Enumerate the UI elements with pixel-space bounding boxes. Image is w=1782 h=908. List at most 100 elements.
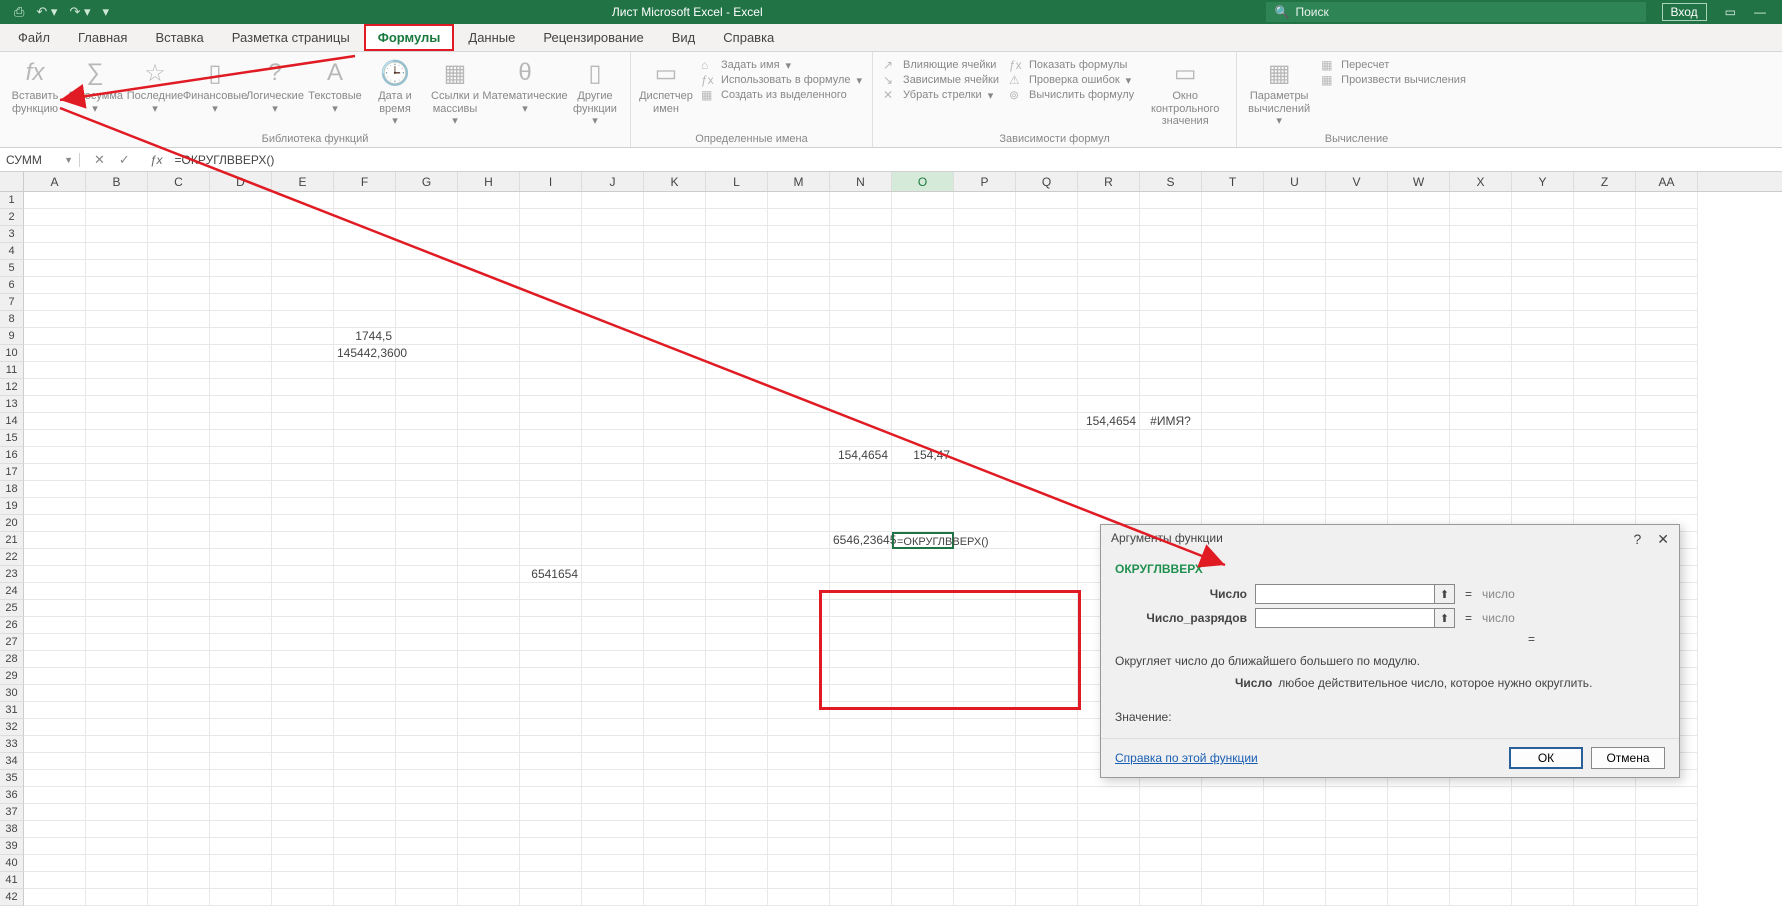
cell[interactable] bbox=[1512, 804, 1574, 821]
cell[interactable] bbox=[1636, 345, 1698, 362]
cell[interactable] bbox=[1450, 226, 1512, 243]
cell[interactable] bbox=[706, 447, 768, 464]
cell[interactable] bbox=[1388, 396, 1450, 413]
cell[interactable] bbox=[1202, 260, 1264, 277]
cell[interactable] bbox=[954, 889, 1016, 906]
cell[interactable] bbox=[1140, 379, 1202, 396]
cell[interactable] bbox=[582, 447, 644, 464]
cell[interactable] bbox=[1202, 243, 1264, 260]
cell[interactable] bbox=[892, 566, 954, 583]
cell[interactable] bbox=[1326, 464, 1388, 481]
cell[interactable] bbox=[210, 311, 272, 328]
cell[interactable] bbox=[210, 379, 272, 396]
cell[interactable] bbox=[210, 753, 272, 770]
cell[interactable] bbox=[1636, 447, 1698, 464]
col-header-H[interactable]: H bbox=[458, 172, 520, 191]
cell[interactable] bbox=[1078, 277, 1140, 294]
cell[interactable] bbox=[1140, 430, 1202, 447]
cell[interactable] bbox=[768, 702, 830, 719]
cell[interactable] bbox=[644, 413, 706, 430]
cell[interactable] bbox=[334, 447, 396, 464]
cell[interactable] bbox=[1202, 481, 1264, 498]
cell[interactable] bbox=[396, 515, 458, 532]
cell[interactable] bbox=[582, 651, 644, 668]
cell[interactable] bbox=[830, 770, 892, 787]
cell[interactable] bbox=[1264, 260, 1326, 277]
row-header[interactable]: 34 bbox=[0, 753, 24, 770]
cell[interactable] bbox=[582, 838, 644, 855]
cell[interactable] bbox=[1388, 277, 1450, 294]
cell[interactable] bbox=[458, 294, 520, 311]
cell[interactable] bbox=[1016, 872, 1078, 889]
cell[interactable] bbox=[1636, 498, 1698, 515]
cell[interactable] bbox=[458, 447, 520, 464]
cell[interactable] bbox=[1574, 294, 1636, 311]
param1-input[interactable] bbox=[1255, 584, 1435, 604]
cell[interactable] bbox=[1016, 481, 1078, 498]
cell[interactable] bbox=[86, 583, 148, 600]
col-header-A[interactable]: A bbox=[24, 172, 86, 191]
cell[interactable]: #ИМЯ? bbox=[1140, 413, 1202, 430]
ok-button[interactable]: ОК bbox=[1509, 747, 1583, 769]
cell[interactable] bbox=[706, 464, 768, 481]
cell[interactable] bbox=[706, 515, 768, 532]
cell[interactable] bbox=[24, 566, 86, 583]
cancel-formula-icon[interactable]: ✕ bbox=[94, 152, 105, 168]
cell[interactable] bbox=[644, 583, 706, 600]
cell[interactable] bbox=[1574, 498, 1636, 515]
cell[interactable] bbox=[892, 362, 954, 379]
cell[interactable] bbox=[830, 294, 892, 311]
cell[interactable] bbox=[892, 770, 954, 787]
cell[interactable] bbox=[24, 379, 86, 396]
cell[interactable] bbox=[272, 481, 334, 498]
login-button[interactable]: Вход bbox=[1662, 3, 1707, 21]
row-header[interactable]: 39 bbox=[0, 838, 24, 855]
insert-function-button[interactable]: fx Вставить функцию bbox=[6, 56, 64, 115]
cell[interactable] bbox=[644, 855, 706, 872]
cell[interactable] bbox=[954, 498, 1016, 515]
cell[interactable] bbox=[1016, 651, 1078, 668]
cell[interactable] bbox=[86, 787, 148, 804]
cell[interactable] bbox=[1078, 243, 1140, 260]
cell[interactable] bbox=[272, 260, 334, 277]
cell[interactable] bbox=[148, 515, 210, 532]
cell[interactable] bbox=[1450, 430, 1512, 447]
cell[interactable] bbox=[520, 277, 582, 294]
cell[interactable] bbox=[644, 668, 706, 685]
cell[interactable] bbox=[86, 294, 148, 311]
cell[interactable] bbox=[582, 634, 644, 651]
cell[interactable] bbox=[210, 328, 272, 345]
cell[interactable] bbox=[892, 294, 954, 311]
cell[interactable] bbox=[86, 345, 148, 362]
cell[interactable] bbox=[396, 226, 458, 243]
cell[interactable] bbox=[1636, 838, 1698, 855]
cell[interactable] bbox=[1636, 226, 1698, 243]
cell[interactable] bbox=[520, 430, 582, 447]
cell[interactable] bbox=[396, 413, 458, 430]
cell[interactable] bbox=[644, 617, 706, 634]
cell[interactable] bbox=[1636, 192, 1698, 209]
cell[interactable] bbox=[1078, 872, 1140, 889]
cell[interactable] bbox=[706, 345, 768, 362]
cell[interactable] bbox=[458, 736, 520, 753]
cell[interactable] bbox=[24, 413, 86, 430]
row-header[interactable]: 12 bbox=[0, 379, 24, 396]
cell[interactable] bbox=[892, 736, 954, 753]
create-from-selection-button[interactable]: ▦Создать из выделенного bbox=[701, 88, 862, 102]
cell[interactable] bbox=[1574, 464, 1636, 481]
cell[interactable] bbox=[520, 192, 582, 209]
cell[interactable] bbox=[1016, 566, 1078, 583]
cell[interactable] bbox=[644, 736, 706, 753]
cell[interactable] bbox=[520, 532, 582, 549]
cell[interactable] bbox=[1574, 889, 1636, 906]
col-header-V[interactable]: V bbox=[1326, 172, 1388, 191]
cell[interactable] bbox=[458, 532, 520, 549]
cell[interactable] bbox=[334, 566, 396, 583]
row-header[interactable]: 33 bbox=[0, 736, 24, 753]
cell[interactable] bbox=[520, 464, 582, 481]
cell[interactable] bbox=[954, 430, 1016, 447]
cell[interactable] bbox=[1016, 362, 1078, 379]
cell[interactable] bbox=[1140, 277, 1202, 294]
cell[interactable] bbox=[458, 328, 520, 345]
cell[interactable] bbox=[954, 447, 1016, 464]
